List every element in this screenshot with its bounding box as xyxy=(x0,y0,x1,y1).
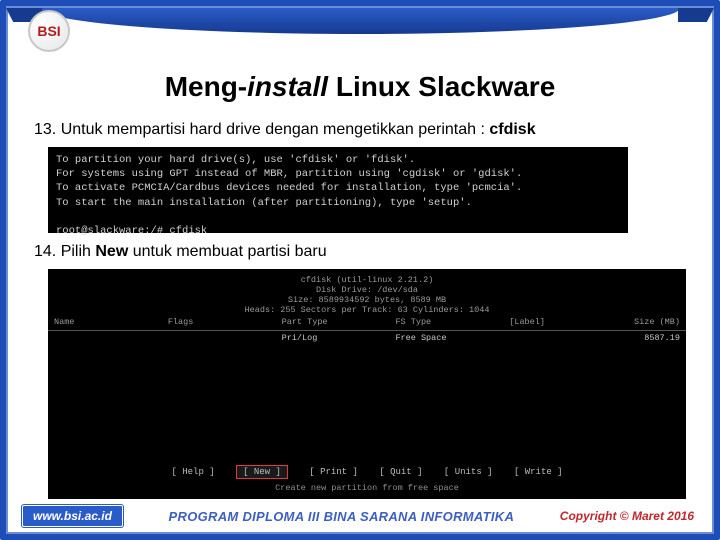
cfdisk-menu: [ Help ] [ New ] [ Print ] [ Quit ] [ Un… xyxy=(48,467,686,477)
footer-url: www.bsi.ac.id xyxy=(22,505,123,527)
slide-title: Meng-install Linux Slackware xyxy=(28,71,692,103)
cfdisk-geom: Heads: 255 Sectors per Track: 63 Cylinde… xyxy=(48,305,686,315)
footer-program: PROGRAM DIPLOMA III BINA SARANA INFORMAT… xyxy=(123,509,560,524)
cfdisk-hint: Create new partition from free space xyxy=(48,483,686,493)
col-size: Size (MB) xyxy=(623,317,680,327)
step-14: 14. Pilih New untuk membuat partisi baru xyxy=(34,243,692,261)
cell-label xyxy=(509,333,623,343)
cell-fstype: Free Space xyxy=(395,333,509,343)
menu-help[interactable]: [ Help ] xyxy=(171,467,214,477)
cfdisk-row-freespace: Pri/Log Free Space 8587.19 xyxy=(48,331,686,345)
col-flags: Flags xyxy=(168,317,282,327)
terminal-2-cfdisk: cfdisk (util-linux 2.21.2) Disk Drive: /… xyxy=(48,269,686,499)
cfdisk-size: Size: 8589934592 bytes, 8589 MB xyxy=(48,295,686,305)
footer-copyright: Copyright © Maret 2016 xyxy=(560,509,694,523)
terminal-1: To partition your hard drive(s), use 'cf… xyxy=(48,147,628,233)
title-part-b: install xyxy=(247,71,328,102)
menu-write[interactable]: [ Write ] xyxy=(514,467,563,477)
footer: www.bsi.ac.id PROGRAM DIPLOMA III BINA S… xyxy=(12,504,708,528)
cfdisk-title: cfdisk (util-linux 2.21.2) xyxy=(48,275,686,285)
cell-name xyxy=(54,333,168,343)
step-14-a: 14. Pilih xyxy=(34,243,95,260)
bsi-logo: BSI xyxy=(28,10,70,52)
col-fstype: FS Type xyxy=(395,317,509,327)
step-13-cmd: cfdisk xyxy=(489,121,535,138)
slide-content: Meng-install Linux Slackware 13. Untuk m… xyxy=(28,46,692,499)
col-name: Name xyxy=(54,317,168,327)
cfdisk-header: cfdisk (util-linux 2.21.2) Disk Drive: /… xyxy=(48,269,686,315)
menu-print[interactable]: [ Print ] xyxy=(309,467,358,477)
step-13-text: 13. Untuk mempartisi hard drive dengan m… xyxy=(34,121,489,138)
col-parttype: Part Type xyxy=(282,317,396,327)
step-13: 13. Untuk mempartisi hard drive dengan m… xyxy=(34,121,692,139)
step-14-b: New xyxy=(95,243,128,260)
title-part-a: Meng- xyxy=(165,71,247,102)
cell-parttype: Pri/Log xyxy=(282,333,396,343)
cfdisk-drive: Disk Drive: /dev/sda xyxy=(48,285,686,295)
menu-new[interactable]: [ New ] xyxy=(236,465,288,479)
cfdisk-columns: Name Flags Part Type FS Type [Label] Siz… xyxy=(48,315,686,331)
col-label: [Label] xyxy=(509,317,623,327)
top-ribbon xyxy=(40,8,680,34)
step-14-c: untuk membuat partisi baru xyxy=(128,243,326,260)
cell-size: 8587.19 xyxy=(623,333,680,343)
menu-units[interactable]: [ Units ] xyxy=(444,467,493,477)
title-part-c: Linux Slackware xyxy=(328,71,555,102)
menu-quit[interactable]: [ Quit ] xyxy=(379,467,422,477)
slide-frame: BSI Meng-install Linux Slackware 13. Unt… xyxy=(0,0,720,540)
cell-flags xyxy=(168,333,282,343)
